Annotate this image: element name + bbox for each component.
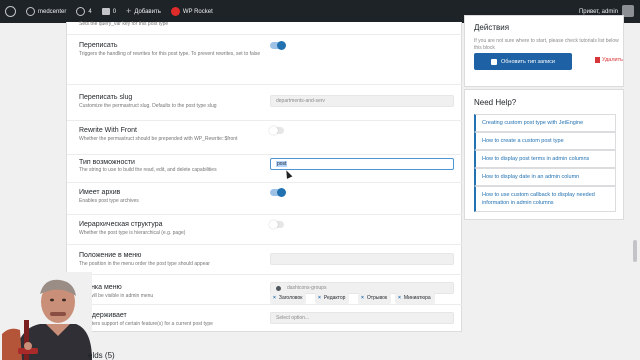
has-archive-row: Имеет архив Enables post type archives bbox=[67, 183, 463, 215]
toggle-knob bbox=[277, 41, 286, 50]
remove-icon[interactable]: × bbox=[273, 295, 276, 301]
fields-section-title: elds (5) bbox=[88, 351, 115, 360]
capability-value: post bbox=[276, 161, 288, 167]
trash-icon bbox=[595, 57, 600, 63]
post-type-settings-panel: Sets the query_var key for this post typ… bbox=[66, 21, 463, 332]
save-icon bbox=[491, 58, 497, 65]
capability-description: The string to use to build the read, edi… bbox=[79, 167, 217, 173]
webcam-overlay bbox=[0, 272, 92, 360]
help-link-create-cpt[interactable]: How to create a custom post type bbox=[474, 132, 616, 150]
actions-box: Действия If you are not sure where to st… bbox=[464, 15, 624, 87]
slug-description: Customize the permastruct slug. Defaults… bbox=[79, 103, 217, 109]
hierarchical-description: Whether the post type is hierarchical (e… bbox=[79, 230, 186, 236]
help-link-creating-cpt[interactable]: Creating custom post type with JetEngine bbox=[474, 114, 616, 132]
rewrite-description: Triggers the handling of rewrites for th… bbox=[79, 51, 261, 57]
supports-description: Registers support of certain feature(s) … bbox=[79, 321, 213, 327]
wordpress-icon bbox=[5, 6, 16, 17]
comment-icon bbox=[101, 8, 110, 15]
rewrite-toggle[interactable] bbox=[270, 41, 286, 50]
help-link-custom-callback[interactable]: How to use custom callback to display ne… bbox=[474, 186, 616, 212]
slug-row: Переписать slug Customize the permastruc… bbox=[67, 85, 463, 121]
has-archive-description: Enables post type archives bbox=[79, 198, 139, 204]
help-link-date-column[interactable]: How to display date in an admin column bbox=[474, 168, 616, 186]
supports-tag-excerpt[interactable]: × Отрывок bbox=[358, 293, 392, 304]
supports-tag-thumbnail[interactable]: × Миниатюра bbox=[395, 293, 435, 304]
with-front-toggle[interactable] bbox=[269, 126, 284, 135]
menu-position-description: The position in the menu order the post … bbox=[79, 261, 210, 267]
has-archive-label: Имеет архив bbox=[79, 189, 121, 196]
help-link-post-terms[interactable]: How to display post terms in admin colum… bbox=[474, 150, 616, 168]
updates-icon bbox=[76, 7, 86, 16]
actions-title: Действия bbox=[474, 23, 510, 32]
rewrite-row: Переписать Triggers the handling of rewr… bbox=[67, 36, 463, 85]
page-scrollbar[interactable] bbox=[633, 240, 637, 262]
help-title: Need Help? bbox=[474, 98, 517, 107]
actions-note: If you are not sure where to start, plea… bbox=[474, 38, 619, 51]
with-front-description: Whether the permastruct should be prepen… bbox=[79, 136, 238, 142]
rewrite-with-front-row: Rewrite With Front Whether the permastru… bbox=[67, 121, 463, 155]
toggle-knob bbox=[269, 220, 278, 229]
site-name-link[interactable]: medcenter bbox=[21, 0, 71, 23]
rocket-icon bbox=[170, 7, 180, 16]
plus-icon: + bbox=[126, 6, 132, 16]
capability-row: Тип возможности The string to use to bui… bbox=[67, 155, 463, 183]
remove-icon[interactable]: × bbox=[398, 295, 401, 301]
presenter-image bbox=[0, 272, 92, 360]
hierarchical-row: Иерархическая структура Whether the post… bbox=[67, 215, 463, 245]
comments-link[interactable]: 0 bbox=[97, 0, 121, 23]
updates-link[interactable]: 4 bbox=[71, 0, 96, 23]
query-var-description: Sets the query_var key for this post typ… bbox=[79, 21, 169, 27]
slug-label: Переписать slug bbox=[79, 94, 133, 101]
remove-icon[interactable]: × bbox=[318, 295, 321, 301]
slug-input[interactable]: departments-and-serv bbox=[270, 95, 454, 107]
supports-tag-title[interactable]: × Заголовок bbox=[270, 293, 307, 304]
add-new-menu[interactable]: + Добавить bbox=[121, 0, 166, 23]
menu-position-label: Положение в меню bbox=[79, 252, 142, 259]
toggle-knob bbox=[269, 126, 278, 135]
rewrite-label: Переписать bbox=[79, 42, 118, 49]
hierarchical-label: Иерархическая структура bbox=[79, 221, 163, 228]
menu-icon-value: dashicons-groups bbox=[287, 285, 327, 291]
supports-tag-editor[interactable]: × Редактор bbox=[315, 293, 350, 304]
capability-input[interactable]: post bbox=[270, 158, 454, 170]
menu-position-row: Положение в меню The position in the men… bbox=[67, 245, 463, 275]
toggle-knob bbox=[277, 188, 286, 197]
has-archive-toggle[interactable] bbox=[270, 188, 286, 197]
help-box: Need Help? Creating custom post type wit… bbox=[464, 89, 624, 220]
home-icon bbox=[26, 7, 35, 16]
capability-label: Тип возможности bbox=[79, 159, 135, 166]
query-var-row: Sets the query_var key for this post typ… bbox=[67, 21, 463, 35]
supports-select[interactable]: Select option... bbox=[270, 312, 454, 324]
with-front-label: Rewrite With Front bbox=[79, 127, 137, 134]
delete-link[interactable]: Удалить bbox=[595, 57, 623, 63]
menu-position-input[interactable] bbox=[270, 253, 454, 265]
groups-icon bbox=[276, 286, 281, 291]
hierarchical-toggle[interactable] bbox=[269, 220, 284, 229]
remove-icon[interactable]: × bbox=[361, 295, 364, 301]
update-post-type-button[interactable]: Обновить тип записи bbox=[474, 53, 572, 70]
wordpress-logo-menu[interactable] bbox=[0, 0, 21, 23]
wp-rocket-menu[interactable]: WP Rocket bbox=[166, 0, 218, 23]
